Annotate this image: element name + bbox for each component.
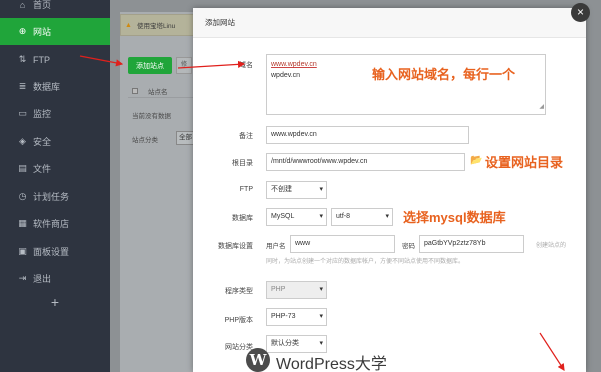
- empty-text: 当前没有数据: [132, 113, 171, 120]
- sidebar-item-label: 监控: [33, 109, 52, 119]
- folder-icon[interactable]: 📂: [470, 155, 482, 166]
- site-category-label: 网站分类: [225, 344, 253, 351]
- watermark-text: WordPress大学: [276, 356, 387, 372]
- sidebar-item-logout[interactable]: ⇥ 退出: [0, 265, 110, 292]
- shield-icon: ◈: [19, 136, 26, 146]
- database-charset-select[interactable]: utf-8: [331, 208, 393, 226]
- annotation-database: 选择mysql数据库: [403, 210, 506, 225]
- remark-input[interactable]: www.wpdev.cn: [266, 126, 469, 144]
- sidebar-item-label: 安全: [33, 137, 52, 147]
- php-version-label: PHP版本: [224, 317, 253, 324]
- sidebar-item-security[interactable]: ◈ 安全: [0, 128, 110, 155]
- category-label: 站点分类: [132, 137, 158, 144]
- root-dir-input[interactable]: /mnt/d/wwwroot/www.wpdev.cn: [266, 153, 465, 171]
- column-site-name[interactable]: 站点名: [148, 86, 168, 96]
- secondary-button[interactable]: 修: [176, 57, 192, 74]
- sidebar-item-ftp[interactable]: ⇅ FTP: [0, 46, 110, 73]
- sidebar-item-database[interactable]: ≣ 数据库: [0, 73, 110, 100]
- sidebar: ⌂ 首页 ⊕ 网站 ⇅ FTP ≣ 数据库 ▭ 监控 ◈ 安全 ▤ 文件 ◷ 计…: [0, 0, 110, 372]
- db-pass-label: 密码: [402, 243, 415, 250]
- domain-label: 域名: [239, 62, 253, 69]
- db-user-label: 用户名: [266, 243, 286, 250]
- select-all-checkbox[interactable]: [132, 87, 138, 94]
- gear-icon: ▣: [18, 246, 27, 256]
- close-icon[interactable]: ×: [571, 3, 590, 22]
- notice-text: 使用宝塔Linu: [136, 23, 176, 30]
- ftp-icon: ⇅: [18, 54, 27, 64]
- sidebar-item-label: 网站: [33, 27, 52, 37]
- sidebar-item-label: FTP: [33, 54, 50, 65]
- sidebar-item-files[interactable]: ▤ 文件: [0, 155, 110, 182]
- program-type-label: 程序类型: [225, 288, 253, 295]
- warning-icon: ▲: [125, 21, 132, 29]
- sidebar-item-store[interactable]: ▦ 软件商店: [0, 210, 110, 237]
- db-pass-input[interactable]: paGtbYVp2ztz78Yb: [419, 235, 524, 253]
- sidebar-item-website[interactable]: ⊕ 网站: [0, 18, 110, 45]
- monitor-icon: ▭: [18, 108, 27, 118]
- table-header: 站点名: [128, 84, 200, 98]
- add-site-button[interactable]: 添加站点: [128, 57, 172, 74]
- sidebar-item-label: 面板设置: [33, 247, 70, 257]
- ftp-label: FTP: [239, 186, 253, 193]
- database-type-select[interactable]: MySQL: [266, 208, 327, 226]
- sidebar-item-label: 软件商店: [33, 219, 70, 229]
- wordpress-logo-icon: W: [246, 348, 270, 372]
- ftp-select[interactable]: 不创建: [266, 181, 327, 199]
- annotation-domain: 输入网站域名，每行一个: [372, 67, 516, 82]
- logout-icon: ⇥: [18, 273, 27, 283]
- annotation-root-dir: 设置网站目录: [485, 155, 564, 170]
- sidebar-item-cron[interactable]: ◷ 计划任务: [0, 183, 110, 210]
- add-menu-button[interactable]: +: [0, 290, 110, 314]
- sidebar-item-label: 计划任务: [33, 192, 70, 202]
- sidebar-item-label: 文件: [33, 164, 52, 174]
- file-icon: ▤: [18, 163, 27, 173]
- db-user-input[interactable]: www: [290, 235, 395, 253]
- sidebar-item-home[interactable]: ⌂ 首页: [0, 0, 110, 18]
- sidebar-item-monitor[interactable]: ▭ 监控: [0, 100, 110, 127]
- php-version-select[interactable]: PHP-73: [266, 308, 327, 326]
- notice-bar: ▲ 使用宝塔Linu: [120, 14, 200, 36]
- database-label: 数据库: [232, 215, 253, 222]
- modal-title: 添加网站: [193, 8, 586, 38]
- db-settings-label: 数据库设置: [218, 243, 253, 250]
- db-hint-right: 创建站点的: [536, 243, 567, 249]
- clock-icon: ◷: [18, 191, 27, 201]
- store-icon: ▦: [18, 218, 27, 228]
- root-dir-label: 根目录: [232, 160, 253, 167]
- home-icon: ⌂: [19, 0, 26, 10]
- sidebar-item-label: 退出: [33, 274, 52, 284]
- sidebar-item-settings[interactable]: ▣ 面板设置: [0, 238, 110, 265]
- globe-icon: ⊕: [18, 26, 27, 36]
- remark-label: 备注: [239, 133, 253, 140]
- sidebar-item-label: 首页: [33, 0, 52, 10]
- resize-handle-icon[interactable]: ◢: [539, 102, 544, 113]
- db-hint-line: 同时，为站点创建一个对应的数据库帐户，方便不同站点使用不同数据库。: [266, 259, 465, 265]
- database-icon: ≣: [18, 81, 27, 91]
- program-type-select: PHP: [266, 281, 327, 299]
- sidebar-item-label: 数据库: [33, 82, 61, 92]
